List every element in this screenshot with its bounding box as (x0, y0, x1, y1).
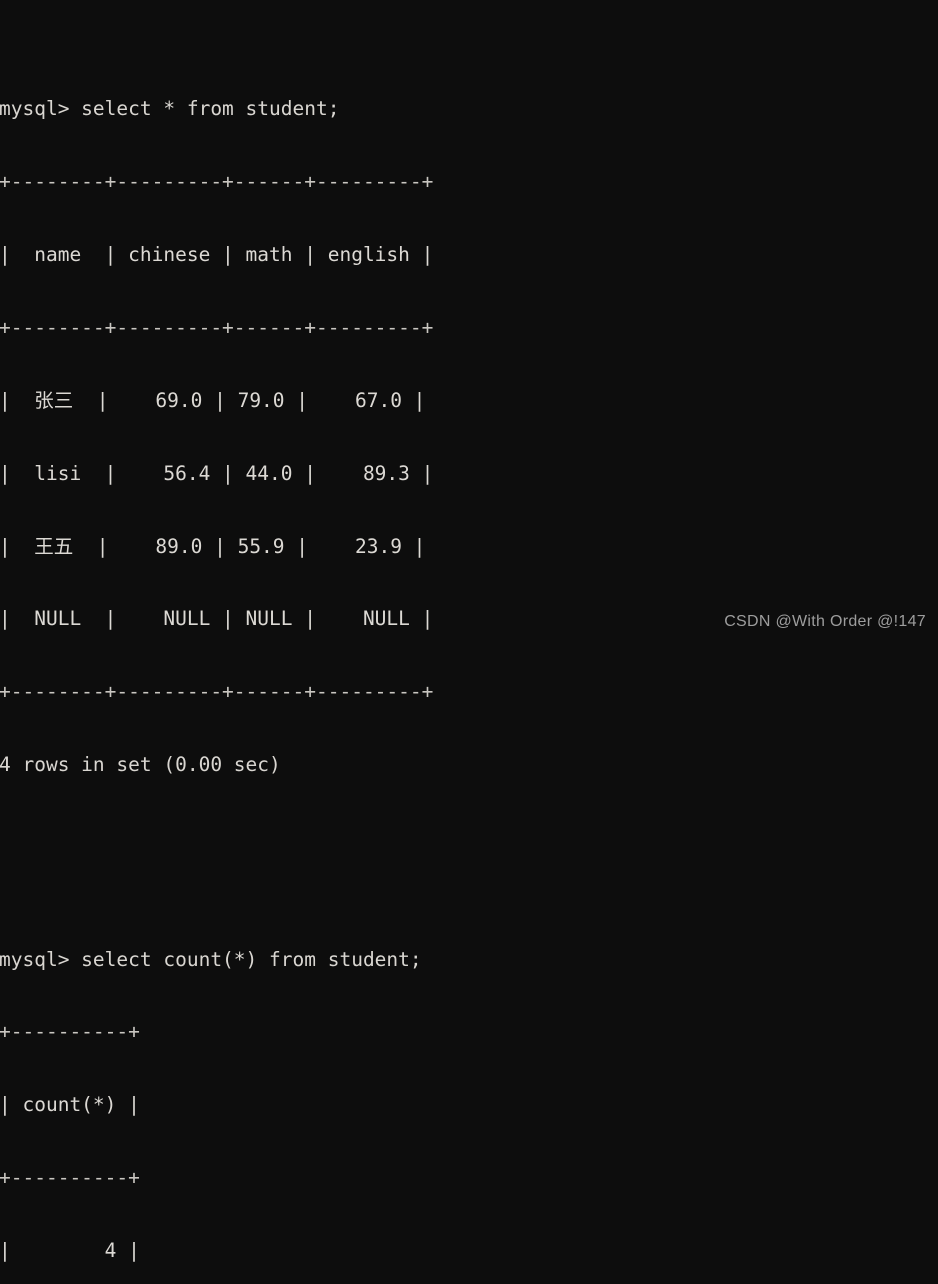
table-border-middle-1: +--------+---------+------+---------+ (0, 315, 434, 339)
table-row: | lisi | 56.4 | 44.0 | 89.3 | (0, 461, 434, 485)
terminal-window[interactable]: mysql> select * from student; +--------+… (0, 0, 938, 1262)
table-row: | NULL | NULL | NULL | NULL | (0, 607, 434, 631)
table-header-row-2: | count(*) | (0, 1093, 140, 1117)
table-row: | 张三 | 69.0 | 79.0 | 67.0 | (0, 388, 426, 412)
command-line-count-star[interactable]: mysql> select count(*) from student; (0, 948, 457, 972)
table-header-row-1: | name | chinese | math | english | (0, 242, 434, 266)
terminal-screen[interactable]: mysql> select * from student; +--------+… (0, 0, 457, 1284)
status-line-1: 4 rows in set (0.00 sec) (0, 753, 281, 777)
table-row: | 4 | (0, 1239, 140, 1263)
table-border-middle-2: +----------+ (0, 1166, 140, 1190)
table-border-bottom-1: +--------+---------+------+---------+ (0, 680, 434, 704)
csdn-watermark: CSDN @With Order @!147 (724, 612, 926, 630)
table-border-top-1: +--------+---------+------+---------+ (0, 170, 434, 194)
table-row: | 王五 | 89.0 | 55.9 | 23.9 | (0, 534, 426, 558)
command-line-select-star[interactable]: mysql> select * from student; (0, 97, 457, 121)
table-border-top-2: +----------+ (0, 1020, 140, 1044)
